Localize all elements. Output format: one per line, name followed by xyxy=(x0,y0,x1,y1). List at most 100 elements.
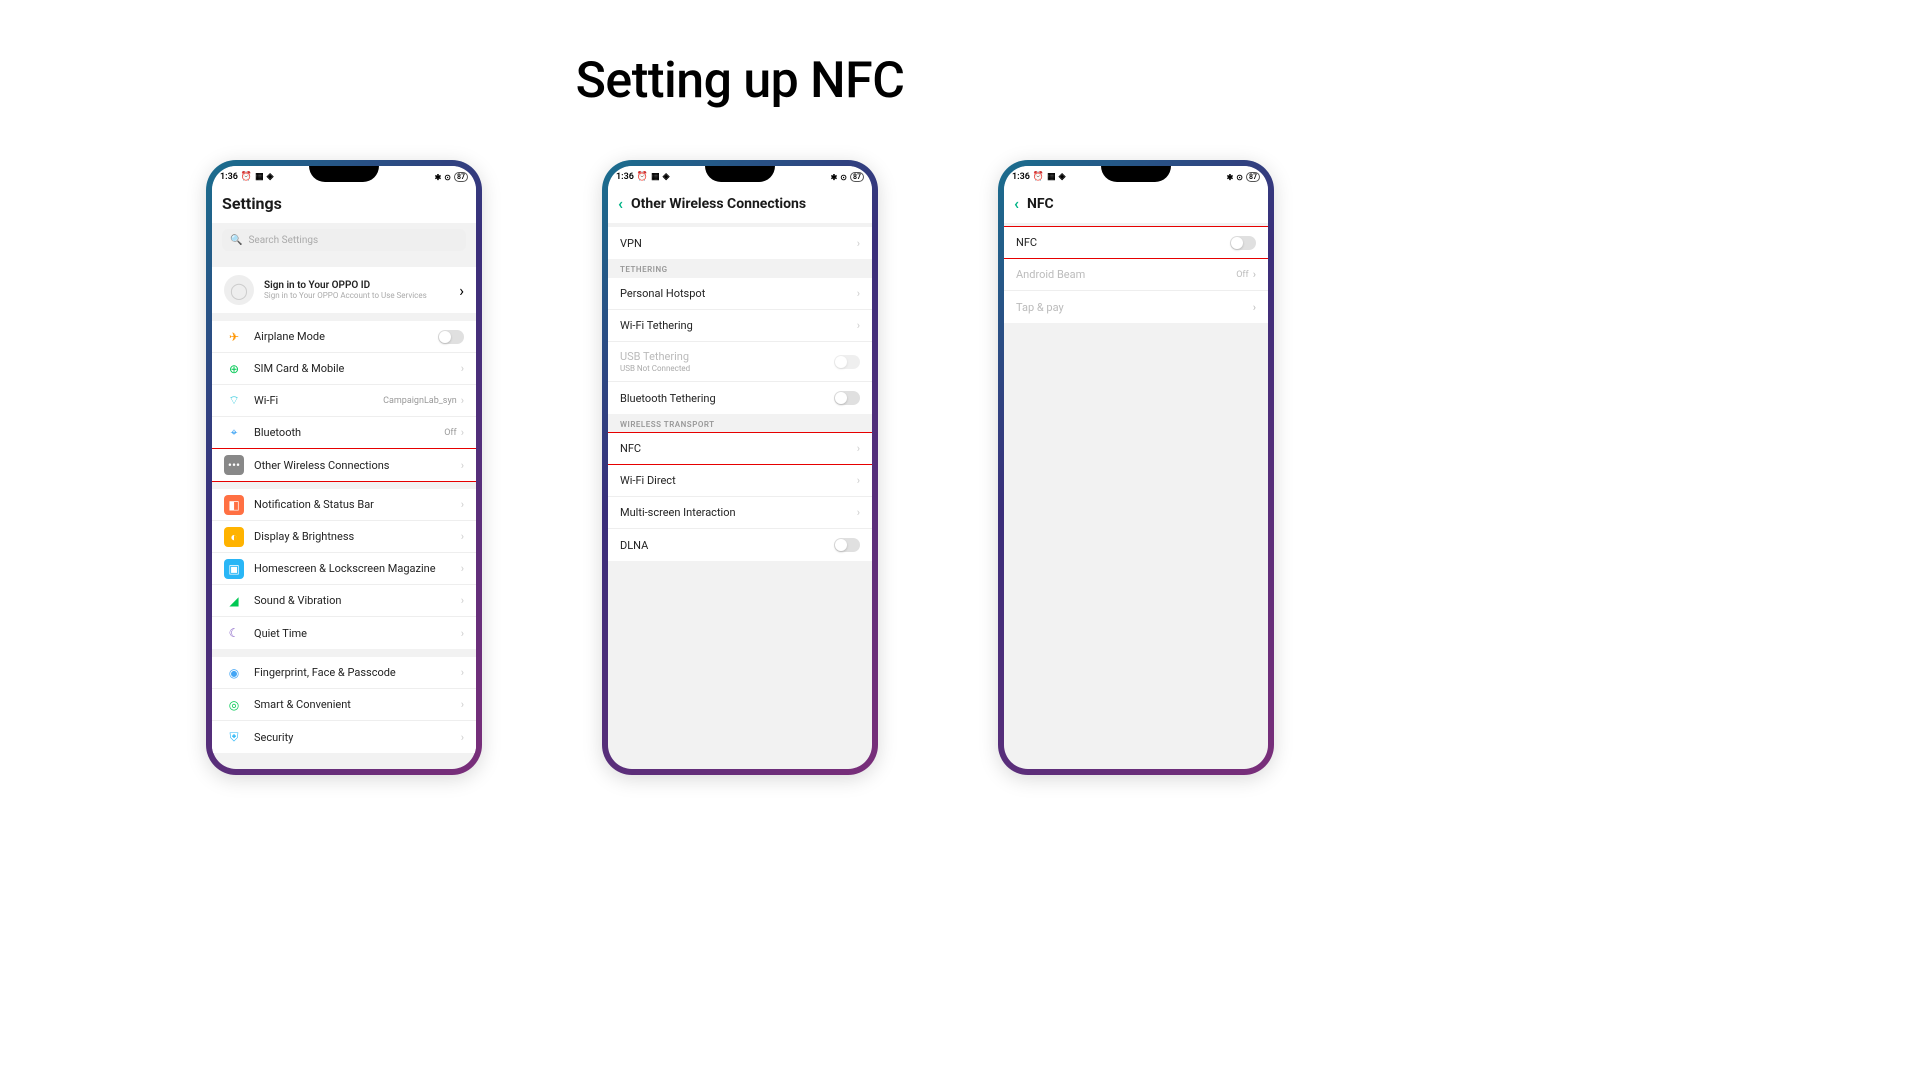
row-wifi-direct[interactable]: Wi-Fi Direct › xyxy=(608,465,872,497)
phone-mockup-1: 1:36 ⏰ ▦ ◈ ✱ ⊙ 87 Settings 🔍 Search Sett… xyxy=(206,160,482,775)
row-homescreen[interactable]: ▣ Homescreen & Lockscreen Magazine › xyxy=(212,553,476,585)
wifi-status-icon: ◈ xyxy=(663,172,670,182)
alarm-icon: ⏰ xyxy=(1033,172,1044,182)
security-label: Security xyxy=(254,731,461,744)
row-wifi-tethering[interactable]: Wi-Fi Tethering › xyxy=(608,310,872,342)
chevron-right-icon: › xyxy=(461,394,464,407)
row-nfc-toggle[interactable]: NFC xyxy=(1004,227,1268,259)
airplane-toggle[interactable] xyxy=(438,330,464,344)
nfc-header: ‹ NFC xyxy=(1004,188,1268,223)
other-wireless-icon: ••• xyxy=(224,455,244,475)
msi-label: Multi-screen Interaction xyxy=(620,506,857,519)
row-notification[interactable]: ◧ Notification & Status Bar › xyxy=(212,489,476,521)
row-android-beam: Android Beam Off › xyxy=(1004,259,1268,291)
search-placeholder: Search Settings xyxy=(248,235,318,246)
chevron-right-icon: › xyxy=(857,237,860,250)
sim-icon: ⊕ xyxy=(224,359,244,379)
dnd-icon: ▦ xyxy=(651,172,660,182)
notch xyxy=(1101,166,1171,182)
back-button[interactable]: ‹ xyxy=(618,194,623,213)
row-fingerprint[interactable]: ◉ Fingerprint, Face & Passcode › xyxy=(212,657,476,689)
usbteth-label: USB Tethering xyxy=(620,350,834,363)
alarm-icon: ⏰ xyxy=(637,172,648,182)
smart-label: Smart & Convenient xyxy=(254,698,461,711)
row-hotspot[interactable]: Personal Hotspot › xyxy=(608,278,872,310)
bt-status-icon: ✱ xyxy=(435,173,442,182)
nfc-toggle[interactable] xyxy=(1230,236,1256,250)
status-time: 1:36 xyxy=(616,172,634,182)
chevron-right-icon: › xyxy=(459,281,464,300)
row-sound[interactable]: ◢ Sound & Vibration › xyxy=(212,585,476,617)
fingerprint-icon: ◉ xyxy=(224,663,244,683)
row-display[interactable]: ◐ Display & Brightness › xyxy=(212,521,476,553)
avatar-icon: ◯ xyxy=(224,275,254,305)
nfc-label: NFC xyxy=(620,442,857,455)
nfc-toggle-label: NFC xyxy=(1016,236,1230,249)
btteth-label: Bluetooth Tethering xyxy=(620,392,834,405)
wifi-value: CampaignLab_syn xyxy=(383,396,457,406)
moon-icon: ☾ xyxy=(224,623,244,643)
bt-status-icon: ✱ xyxy=(1227,173,1234,182)
settings-header: Settings xyxy=(212,188,476,223)
wireless-transport-header: Wireless Transport xyxy=(608,414,872,433)
row-bluetooth[interactable]: ⌖ Bluetooth Off › xyxy=(212,417,476,449)
wfd-label: Wi-Fi Direct xyxy=(620,474,857,487)
beam-value: Off xyxy=(1236,270,1248,280)
owc-label: Other Wireless Connections xyxy=(254,459,461,472)
row-bt-tethering[interactable]: Bluetooth Tethering xyxy=(608,382,872,414)
battery-indicator: 87 xyxy=(850,172,864,182)
vpn-label: VPN xyxy=(620,237,857,250)
home-label: Homescreen & Lockscreen Magazine xyxy=(254,562,461,575)
chevron-right-icon: › xyxy=(857,287,860,300)
row-wifi[interactable]: ⌔ Wi-Fi CampaignLab_syn › xyxy=(212,385,476,417)
row-multiscreen[interactable]: Multi-screen Interaction › xyxy=(608,497,872,529)
row-other-wireless[interactable]: ••• Other Wireless Connections › xyxy=(212,449,476,481)
location-icon: ⊙ xyxy=(840,173,847,182)
row-smart[interactable]: ◎ Smart & Convenient › xyxy=(212,689,476,721)
chevron-right-icon: › xyxy=(461,627,464,640)
bluetooth-icon: ⌖ xyxy=(224,423,244,443)
row-nfc[interactable]: NFC › xyxy=(608,433,872,465)
row-airplane-mode[interactable]: ✈ Airplane Mode xyxy=(212,321,476,353)
dnd-icon: ▦ xyxy=(255,172,264,182)
location-icon: ⊙ xyxy=(1236,173,1243,182)
chevron-right-icon: › xyxy=(461,498,464,511)
battery-indicator: 87 xyxy=(1246,172,1260,182)
signin-row[interactable]: ◯ Sign in to Your OPPO ID Sign in to You… xyxy=(212,267,476,313)
chevron-right-icon: › xyxy=(461,530,464,543)
phone-mockup-3: 1:36 ⏰ ▦ ◈ ✱ ⊙ 87 ‹ NFC xyxy=(998,160,1274,775)
notification-icon: ◧ xyxy=(224,495,244,515)
bt-tethering-toggle[interactable] xyxy=(834,391,860,405)
chevron-right-icon: › xyxy=(461,594,464,607)
row-vpn[interactable]: VPN › xyxy=(608,227,872,259)
status-time: 1:36 xyxy=(1012,172,1030,182)
chevron-right-icon: › xyxy=(461,562,464,575)
home-icon: ▣ xyxy=(224,559,244,579)
smart-icon: ◎ xyxy=(224,695,244,715)
chevron-right-icon: › xyxy=(461,362,464,375)
beam-label: Android Beam xyxy=(1016,268,1236,281)
alarm-icon: ⏰ xyxy=(241,172,252,182)
back-button[interactable]: ‹ xyxy=(1014,194,1019,213)
shield-icon: ⛨ xyxy=(224,727,244,747)
chevron-right-icon: › xyxy=(461,666,464,679)
wifi-status-icon: ◈ xyxy=(1059,172,1066,182)
row-dlna[interactable]: DLNA xyxy=(608,529,872,561)
hotspot-label: Personal Hotspot xyxy=(620,287,857,300)
sound-label: Sound & Vibration xyxy=(254,594,461,607)
quiet-label: Quiet Time xyxy=(254,627,461,640)
dlna-toggle[interactable] xyxy=(834,538,860,552)
settings-title: Settings xyxy=(222,194,466,213)
row-quiet[interactable]: ☾ Quiet Time › xyxy=(212,617,476,649)
bt-status-icon: ✱ xyxy=(831,173,838,182)
search-settings-input[interactable]: 🔍 Search Settings xyxy=(222,229,466,251)
bt-value: Off xyxy=(444,428,456,438)
disp-label: Display & Brightness xyxy=(254,530,461,543)
sound-icon: ◢ xyxy=(224,591,244,611)
row-sim[interactable]: ⊕ SIM Card & Mobile › xyxy=(212,353,476,385)
notch xyxy=(309,166,379,182)
status-time: 1:36 xyxy=(220,172,238,182)
chevron-right-icon: › xyxy=(1253,301,1256,314)
wifiteth-label: Wi-Fi Tethering xyxy=(620,319,857,332)
row-security[interactable]: ⛨ Security › xyxy=(212,721,476,753)
